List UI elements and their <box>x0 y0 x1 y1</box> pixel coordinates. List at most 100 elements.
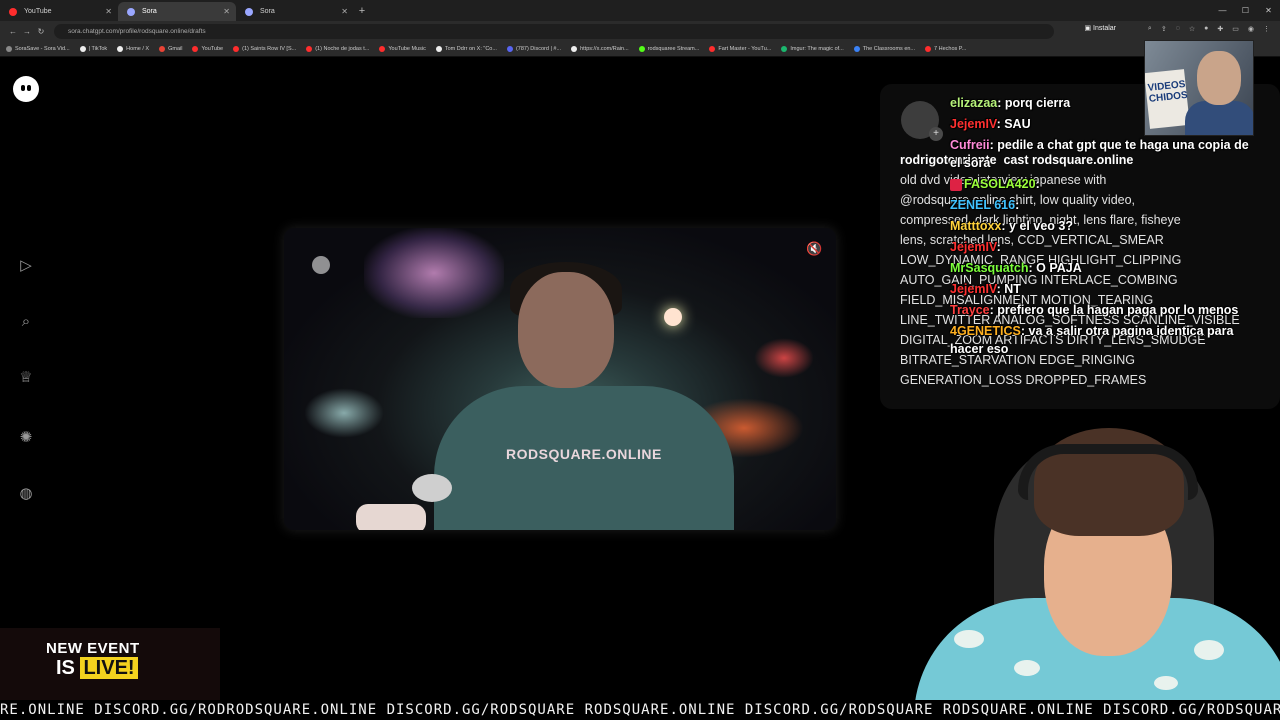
bookmark-label: Imgur: The magic of... <box>790 46 844 52</box>
zoom-icon[interactable]: ⌕ <box>1148 25 1152 33</box>
chat-username: MrSasquatch <box>950 261 1029 275</box>
reload-icon[interactable]: ↻ <box>34 27 48 36</box>
bookmark-item[interactable]: YouTube <box>192 46 223 52</box>
bookmark-favicon-icon <box>233 46 240 52</box>
eye-off-icon[interactable]: ◌ <box>1176 25 1180 33</box>
bookmark-item[interactable]: https://x.com/Rain... <box>571 46 629 52</box>
microphone <box>412 474 452 502</box>
forward-icon[interactable]: → <box>20 27 34 36</box>
maximize-icon[interactable]: ☐ <box>1234 0 1257 21</box>
bookmark-label: 7 Hechos P... <box>934 46 967 52</box>
shirt-pattern <box>954 630 984 648</box>
bookmark-item[interactable]: Fart Master - YouTu... <box>709 46 771 52</box>
street-light <box>304 388 384 438</box>
back-icon[interactable]: ← <box>6 27 20 36</box>
chat-username: Cufreii <box>950 138 990 152</box>
search-icon[interactable]: ⌕ <box>16 312 36 332</box>
chat-username: elizazaa <box>950 96 998 110</box>
chat-text: porq cierra <box>1001 96 1071 110</box>
install-label: Instalar <box>1093 25 1116 32</box>
tab-sora[interactable]: Sora ✕ <box>236 2 354 21</box>
star-icon[interactable]: ☆ <box>1189 25 1195 33</box>
video-player[interactable]: RODSQUARE.ONLINE <box>284 228 836 530</box>
url-field[interactable]: sora.chatgpt.com/profile/rodsquare.onlin… <box>54 24 1054 39</box>
bookmark-favicon-icon <box>6 46 12 52</box>
tab-sora-active[interactable]: Sora ✕ <box>118 2 236 21</box>
bookmark-item[interactable]: Home / X <box>117 46 149 52</box>
extensions-puzzle-icon[interactable]: ✚ <box>1217 25 1223 33</box>
menu-kebab-icon[interactable]: ⋮ <box>1263 25 1270 33</box>
profile-avatar-icon[interactable]: ◍ <box>16 484 36 504</box>
bookmark-item[interactable]: Tom Ddrr on X: "Co... <box>435 46 497 52</box>
bookmark-label: Fart Master - YouTu... <box>718 46 772 52</box>
install-button[interactable]: ▣ Instalar <box>1084 24 1116 32</box>
sora-favicon-icon <box>245 8 253 16</box>
bookmark-favicon-icon <box>853 46 860 52</box>
tab-title: YouTube <box>24 8 52 15</box>
bookmark-item[interactable]: SoraSave - Sora Vid... <box>6 46 70 52</box>
head <box>518 272 614 388</box>
trophy-icon[interactable]: ♕ <box>16 368 36 388</box>
bookmark-favicon-icon <box>506 46 513 52</box>
bookmark-label: (1) Saints Row IV [S... <box>242 46 297 52</box>
bookmark-item[interactable]: The Classrooms en... <box>853 46 915 52</box>
bookmark-favicon-icon <box>709 46 716 52</box>
headphones <box>1018 444 1198 500</box>
bookmark-item[interactable]: Gmail <box>159 46 182 52</box>
sidebar-icon[interactable]: ▭ <box>1232 25 1239 33</box>
sora-logo-icon[interactable] <box>13 76 39 102</box>
bookmark-label: YouTube Music <box>388 46 426 52</box>
bookmark-favicon-icon <box>306 46 313 52</box>
event-line2: IS LIVE! <box>56 657 138 680</box>
close-window-icon[interactable]: ✕ <box>1257 0 1280 21</box>
sora-favicon-icon <box>127 8 135 16</box>
bookmark-favicon-icon <box>379 46 386 52</box>
bookmark-item[interactable]: (1) Saints Row IV [S... <box>233 46 296 52</box>
bookmark-item[interactable]: rodsquaree Stream... <box>638 46 699 52</box>
bookmark-label: Gmail <box>168 46 183 52</box>
chat-text: SAU <box>1000 117 1031 131</box>
bookmark-item[interactable]: YouTube Music <box>379 46 426 52</box>
video-feed-icon[interactable]: ▷ <box>16 256 36 276</box>
chat-message: Trayce: prefiero que la hagan paga por l… <box>950 303 1239 317</box>
chat-message: FASOLA420: <box>950 175 1250 193</box>
bookmark-favicon-icon <box>925 46 932 52</box>
street-light <box>754 338 814 378</box>
shirt-pattern <box>1154 676 1178 690</box>
new-event-banner: NEW EVENT IS LIVE! <box>0 628 220 700</box>
tab-youtube[interactable]: YouTube ✕ <box>0 2 118 21</box>
create-video-icon[interactable]: ✺ <box>16 428 36 448</box>
tab-title: Sora <box>142 8 157 15</box>
chat-username: JejemIV <box>950 240 997 254</box>
browser-toolbar-icons: ⌕ ⇪ ◌ ☆ ● ✚ ▭ ◉ ⋮ <box>1148 25 1270 33</box>
sora-watermark-icon <box>312 256 330 274</box>
profile-avatar-icon[interactable]: ◉ <box>1248 25 1254 33</box>
bookmark-favicon-icon <box>159 46 166 52</box>
chat-username: 4GENETICS <box>950 324 1021 338</box>
bookmark-item[interactable]: (787) Discord | #... <box>506 46 561 52</box>
chat-badge-icon <box>950 178 962 191</box>
mute-icon[interactable]: 🔇 <box>805 239 824 258</box>
chat-message: Cufreii: pedile a chat gpt que te haga u… <box>950 138 1249 170</box>
bookmark-item[interactable]: | TikTok <box>79 46 107 52</box>
close-tab-icon[interactable]: ✕ <box>223 2 230 21</box>
small-cam-overlay: VIDEOS CHIDOS <box>1144 40 1254 136</box>
add-cameo-icon[interactable]: + <box>929 127 943 141</box>
new-tab-button[interactable]: + <box>354 2 370 21</box>
prompt-line: GENERATION_LOSS DROPPED_FRAMES <box>900 373 1147 387</box>
bookmark-item[interactable]: 7 Hechos P... <box>925 46 966 52</box>
share-icon[interactable]: ⇪ <box>1161 25 1167 33</box>
bookmark-label: SoraSave - Sora Vid... <box>15 46 70 52</box>
minimize-icon[interactable]: — <box>1211 0 1234 21</box>
close-tab-icon[interactable]: ✕ <box>341 2 348 21</box>
bookmark-item[interactable]: (1) Noche de jodas t... <box>306 46 369 52</box>
extension-icon[interactable]: ● <box>1204 25 1208 33</box>
close-tab-icon[interactable]: ✕ <box>105 2 112 21</box>
bookmark-item[interactable]: Imgur: The magic of... <box>781 46 844 52</box>
bookmark-label: https://x.com/Rain... <box>580 46 629 52</box>
bookmark-favicon-icon <box>781 46 788 52</box>
chat-username: Matttoxx <box>950 219 1002 233</box>
shirt-pattern <box>1194 640 1224 660</box>
bookmark-favicon-icon <box>638 46 645 52</box>
chat-text: prefiero que la hagan paga por lo menos <box>993 303 1239 317</box>
